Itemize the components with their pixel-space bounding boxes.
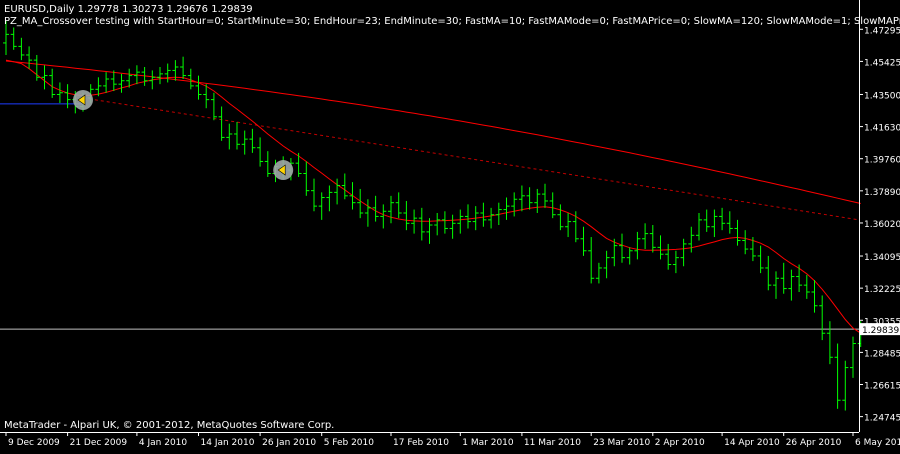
y-tick-label: 1.34095 xyxy=(864,253,900,263)
symbol-info: EURUSD,Daily 1.29778 1.30273 1.29676 1.2… xyxy=(4,4,253,15)
y-tick-label: 1.26615 xyxy=(864,382,900,392)
current-price-label: 1.29839 xyxy=(862,326,899,336)
x-tick-label: 26 Apr 2010 xyxy=(786,438,842,448)
signal-marker xyxy=(73,89,93,110)
indicator-params: PZ_MA_Crossover testing with StartHour=0… xyxy=(4,16,900,27)
y-tick-label: 1.36020 xyxy=(864,220,900,230)
x-tick-label: 21 Dec 2009 xyxy=(70,438,128,448)
x-tick-label: 6 May 2010 xyxy=(855,438,900,448)
y-tick-label: 1.41630 xyxy=(864,124,900,134)
y-tick-label: 1.45425 xyxy=(864,58,900,68)
x-tick-label: 5 Feb 2010 xyxy=(324,438,375,448)
y-tick-label: 1.39760 xyxy=(864,156,900,166)
x-tick-label: 17 Feb 2010 xyxy=(393,438,449,448)
y-tick-label: 1.24745 xyxy=(864,414,900,424)
x-tick-label: 1 Mar 2010 xyxy=(462,438,514,448)
y-tick-label: 1.47295 xyxy=(864,26,900,36)
y-tick-label: 1.43500 xyxy=(864,91,900,101)
x-tick-label: 14 Jan 2010 xyxy=(201,438,255,448)
y-tick-label: 1.32225 xyxy=(864,285,900,295)
x-tick-label: 23 Mar 2010 xyxy=(593,438,650,448)
x-tick-label: 14 Apr 2010 xyxy=(724,438,780,448)
price-chart[interactable]: 1.47295 1.45425 1.43500 1.41630 1.39760 1.378… xyxy=(0,0,900,450)
y-tick-label: 1.28485 xyxy=(864,349,900,359)
chart-background xyxy=(0,0,900,450)
x-tick-label: 9 Dec 2009 xyxy=(8,438,60,448)
y-tick-label: 1.37890 xyxy=(864,188,900,198)
x-tick-label: 4 Jan 2010 xyxy=(139,438,187,448)
x-tick-label: 2 Apr 2010 xyxy=(655,438,705,448)
copyright-text: MetaTrader - Alpari UK, © 2001-2012, Met… xyxy=(4,420,334,431)
signal-marker xyxy=(273,160,294,181)
x-tick-label: 11 Mar 2010 xyxy=(524,438,581,448)
x-tick-label: 26 Jan 2010 xyxy=(262,438,316,448)
chart-canvas[interactable]: 1.47295 1.45425 1.43500 1.41630 1.39760 1.378… xyxy=(0,0,900,450)
